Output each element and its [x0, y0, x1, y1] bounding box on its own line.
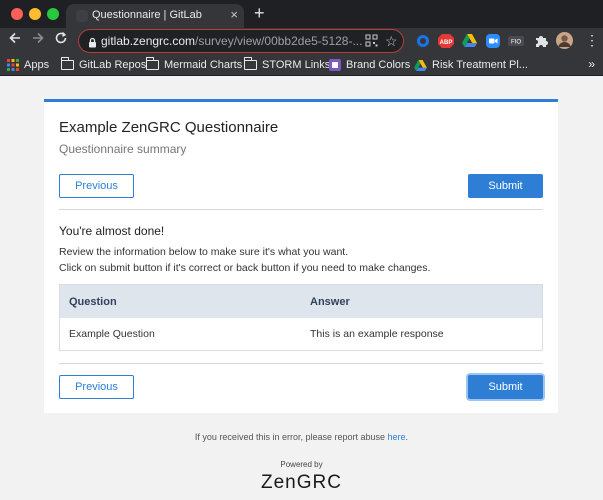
- report-text: If you received this in error, please re…: [194, 432, 388, 442]
- report-end: .: [405, 432, 409, 442]
- close-window-button[interactable]: [11, 8, 23, 20]
- folder-icon: [244, 57, 257, 70]
- column-header-question: Question: [69, 295, 117, 308]
- lock-icon[interactable]: [88, 35, 97, 53]
- adblock-label: ABP: [440, 40, 453, 46]
- logo-zen: Zen: [261, 472, 297, 493]
- question-cell: Example Question: [69, 328, 155, 340]
- summary-table: Question Answer Example Question This is…: [59, 284, 543, 351]
- logo-grc: GRC: [296, 472, 342, 493]
- review-line-1: Review the information below to make sur…: [59, 246, 349, 258]
- tab-title: Questionnaire | GitLab: [92, 9, 202, 21]
- report-abuse-link[interactable]: here: [388, 432, 406, 442]
- bookmark-label: Risk Treatment Pl...: [432, 59, 528, 71]
- folder-icon: [146, 57, 159, 70]
- back-arrow-icon[interactable]: [8, 31, 22, 49]
- bookmark-storm-links[interactable]: STORM Links: [244, 57, 330, 73]
- page-body: Example ZenGRC Questionnaire Questionnai…: [0, 77, 603, 500]
- divider: [59, 363, 543, 364]
- adblock-icon[interactable]: ABP: [438, 34, 454, 48]
- bookmark-mermaid-charts[interactable]: Mermaid Charts: [146, 57, 242, 73]
- puzzle-icon[interactable]: [534, 34, 548, 48]
- page-title: Example ZenGRC Questionnaire: [59, 119, 279, 136]
- previous-button[interactable]: Previous: [59, 174, 134, 198]
- browser-tab-active[interactable]: Questionnaire | GitLab ×: [66, 4, 244, 28]
- table-header: Question Answer: [60, 285, 542, 318]
- bookmark-gitlab-repos[interactable]: GitLab Repos: [61, 57, 146, 73]
- zengrc-logo: ZenGRC: [0, 472, 603, 494]
- submit-button-bottom[interactable]: Submit: [468, 375, 543, 399]
- submit-button[interactable]: Submit: [468, 174, 543, 198]
- folder-icon: [61, 57, 74, 70]
- divider: [59, 209, 543, 210]
- zoom-icon[interactable]: [486, 34, 500, 48]
- url-text: gitlab.zengrc.com/survey/view/00bb2de5-5…: [101, 34, 363, 48]
- review-line-2: Click on submit button if it's correct o…: [59, 262, 431, 274]
- circle-blue-icon[interactable]: [416, 34, 430, 48]
- new-tab-button[interactable]: +: [254, 3, 265, 23]
- bookmark-risk-treatment[interactable]: Risk Treatment Pl...: [414, 57, 528, 73]
- tab-close-icon[interactable]: ×: [230, 7, 238, 23]
- tab-strip: Questionnaire | GitLab × +: [0, 0, 603, 28]
- google-drive-icon: [414, 59, 427, 71]
- table-row: Example Question This is an example resp…: [60, 318, 542, 350]
- fio-label: FIO: [511, 40, 521, 46]
- bookmark-label: Brand Colors: [346, 59, 411, 71]
- bookmark-label: STORM Links: [262, 59, 331, 71]
- bookmark-brand-colors[interactable]: Brand Colors: [329, 57, 410, 73]
- bookmark-apps-label: Apps: [24, 59, 50, 71]
- forward-arrow-icon[interactable]: [31, 31, 45, 49]
- answer-cell: This is an example response: [310, 328, 444, 340]
- url-path: /survey/view/00bb2de5-5128-...: [195, 34, 363, 48]
- maximize-window-button[interactable]: [47, 8, 59, 20]
- minimize-window-button[interactable]: [29, 8, 41, 20]
- brand-colors-icon: [329, 59, 341, 71]
- tab-favicon-icon: [76, 10, 88, 22]
- questionnaire-card: Example ZenGRC Questionnaire Questionnai…: [44, 99, 558, 413]
- review-instructions: Review the information below to make sur…: [59, 244, 430, 276]
- bookmark-label: Mermaid Charts: [164, 59, 243, 71]
- google-drive-icon[interactable]: [462, 34, 477, 48]
- qr-code-icon[interactable]: [365, 34, 378, 50]
- column-header-answer: Answer: [310, 295, 350, 308]
- reload-icon[interactable]: [54, 31, 68, 49]
- report-abuse-note: If you received this in error, please re…: [0, 432, 603, 442]
- bookmarks-bar: Apps GitLab Repos Mermaid Charts STORM L…: [0, 54, 603, 76]
- menu-dots-icon[interactable]: ⋮: [585, 31, 599, 49]
- page-subtitle: Questionnaire summary: [59, 142, 187, 156]
- bookmark-apps[interactable]: Apps: [7, 57, 49, 73]
- star-icon[interactable]: ☆: [385, 34, 398, 48]
- address-bar[interactable]: gitlab.zengrc.com/survey/view/00bb2de5-5…: [78, 29, 404, 53]
- browser-toolbar: gitlab.zengrc.com/survey/view/00bb2de5-5…: [0, 28, 603, 54]
- powered-by-label: Powered by: [280, 460, 323, 469]
- bookmark-label: GitLab Repos: [79, 59, 147, 71]
- previous-button-bottom[interactable]: Previous: [59, 375, 134, 399]
- bookmarks-overflow-icon[interactable]: »: [588, 57, 595, 71]
- fio-icon[interactable]: FIO: [508, 34, 524, 48]
- almost-done-heading: You're almost done!: [59, 224, 165, 238]
- profile-avatar[interactable]: [556, 32, 573, 49]
- url-host: gitlab.zengrc.com: [101, 34, 196, 48]
- apps-grid-icon: [7, 59, 19, 71]
